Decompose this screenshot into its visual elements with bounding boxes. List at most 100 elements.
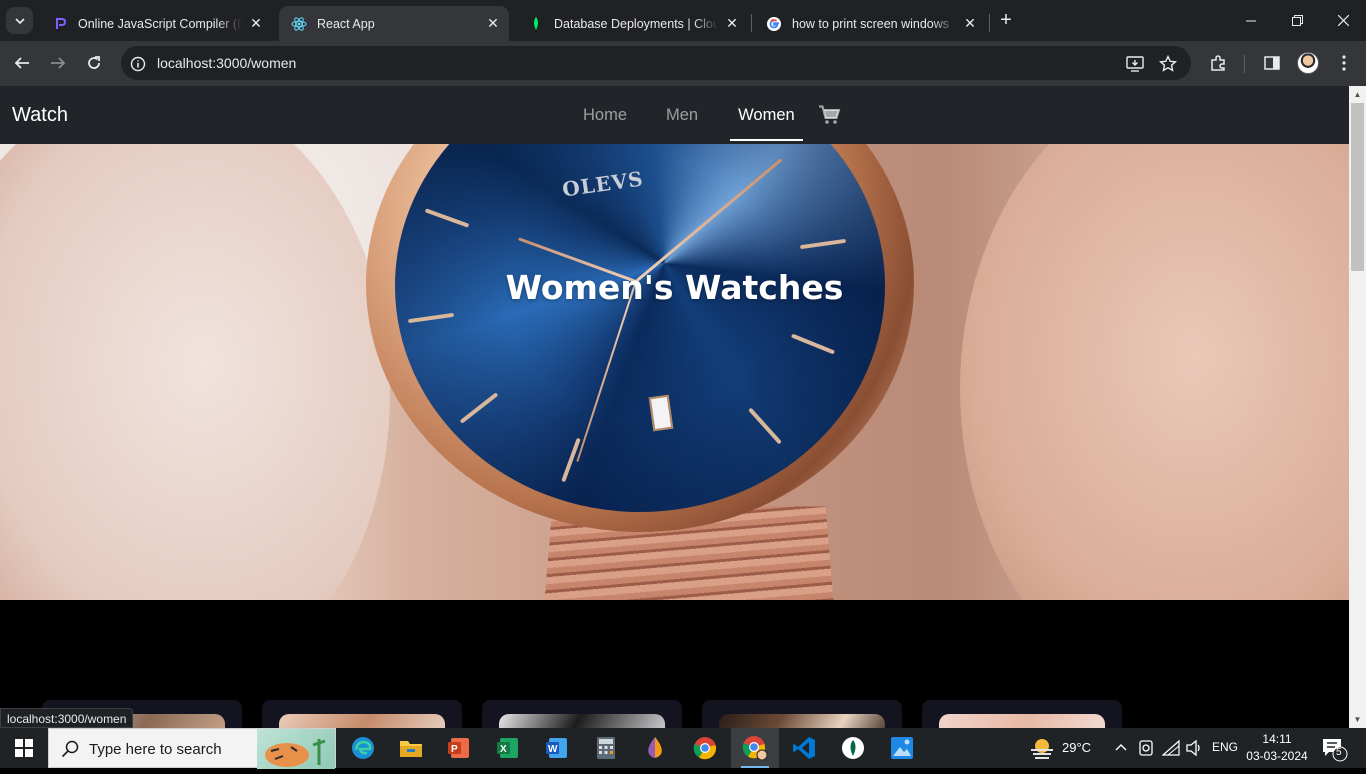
- close-icon[interactable]: ✕: [248, 15, 264, 32]
- nav-links: Home Men Women: [575, 86, 841, 144]
- tab-react-app[interactable]: React App ✕: [279, 6, 509, 41]
- site-navbar: Watch Home Men Women: [0, 86, 1349, 144]
- product-image: [279, 714, 445, 728]
- tab-google-search[interactable]: how to print screen windows 10 ✕: [754, 6, 986, 41]
- close-icon: [1337, 15, 1349, 26]
- react-icon: [291, 16, 307, 32]
- arrow-left-icon: [14, 57, 29, 69]
- close-icon[interactable]: ✕: [962, 15, 978, 32]
- tab-mongodb[interactable]: Database Deployments | Cloud: ✕: [516, 6, 748, 41]
- tab-search-button[interactable]: [6, 7, 33, 34]
- product-card[interactable]: [702, 700, 902, 728]
- chrome-icon: [693, 737, 717, 760]
- weather-temperature[interactable]: 29°C: [1062, 740, 1091, 755]
- word-icon: W: [546, 738, 567, 758]
- taskbar-chrome[interactable]: [681, 728, 729, 768]
- taskbar-photos[interactable]: [878, 728, 926, 768]
- side-panel-icon[interactable]: [1261, 52, 1283, 74]
- taskbar-paint[interactable]: [631, 728, 679, 768]
- close-icon[interactable]: ✕: [485, 15, 501, 32]
- tab-title: Database Deployments | Cloud:: [554, 16, 718, 31]
- product-image: [499, 714, 665, 728]
- clock-time: 14:11: [1262, 732, 1292, 746]
- new-tab-button[interactable]: +: [995, 10, 1017, 32]
- svg-text:W: W: [548, 744, 558, 755]
- notification-icon: [1323, 739, 1348, 762]
- volume-icon[interactable]: [1185, 739, 1203, 762]
- more-menu-icon[interactable]: [1333, 52, 1355, 74]
- product-image: [719, 714, 885, 728]
- browser-toolbar: localhost:3000/women: [0, 41, 1366, 86]
- tab-programiz[interactable]: Online JavaScript Compiler (Edi ✕: [40, 6, 272, 41]
- address-bar[interactable]: localhost:3000/women: [121, 46, 1191, 80]
- product-card[interactable]: [482, 700, 682, 728]
- chrome-profile-icon: [742, 736, 768, 761]
- programiz-icon: [52, 16, 68, 32]
- product-card[interactable]: [262, 700, 462, 728]
- svg-text:P: P: [451, 744, 458, 755]
- scroll-thumb[interactable]: [1351, 103, 1364, 271]
- restore-button[interactable]: [1274, 0, 1320, 41]
- photos-icon: [891, 737, 913, 759]
- taskbar-calculator[interactable]: [582, 728, 630, 768]
- weather-icon[interactable]: [1028, 736, 1056, 765]
- windows-taskbar: Type here to search P X W 29°C ENG 14:11…: [0, 728, 1366, 769]
- profile-avatar[interactable]: [1297, 52, 1319, 74]
- site-brand[interactable]: Watch: [12, 104, 68, 127]
- minimize-button[interactable]: [1228, 0, 1274, 41]
- product-card[interactable]: [922, 700, 1122, 728]
- calculator-icon: [597, 737, 615, 759]
- reload-button[interactable]: [82, 51, 106, 75]
- excel-icon: X: [497, 738, 518, 758]
- device-meet-icon[interactable]: [1138, 739, 1154, 762]
- close-window-button[interactable]: [1320, 0, 1366, 41]
- address-url[interactable]: localhost:3000/women: [157, 55, 296, 71]
- scroll-down-arrow-icon[interactable]: ▼: [1349, 711, 1366, 728]
- nav-link-women[interactable]: Women: [730, 98, 803, 141]
- language-indicator[interactable]: ENG: [1212, 740, 1238, 754]
- taskbar-word[interactable]: W: [533, 728, 581, 768]
- taskbar-edge[interactable]: [339, 728, 387, 768]
- taskbar-powerpoint[interactable]: P: [435, 728, 483, 768]
- start-button[interactable]: [0, 728, 48, 768]
- paint-drop-icon: [648, 737, 662, 758]
- hero-image-hand: [960, 144, 1349, 600]
- notification-count: 5: [1336, 747, 1342, 758]
- notification-center-button[interactable]: 5: [1320, 736, 1348, 762]
- extensions-icon[interactable]: [1207, 52, 1229, 74]
- install-app-icon[interactable]: [1125, 54, 1145, 74]
- mongodb-leaf-icon: [842, 737, 864, 759]
- bookmark-star-icon[interactable]: [1158, 54, 1178, 74]
- site-info-icon[interactable]: [128, 54, 148, 74]
- hero-banner: OLEVS Women's Watches: [0, 144, 1349, 600]
- taskbar-chrome-profile[interactable]: [731, 728, 779, 768]
- close-icon[interactable]: ✕: [724, 15, 740, 32]
- cart-icon[interactable]: [818, 104, 841, 126]
- taskbar-mongodb-compass[interactable]: [829, 728, 877, 768]
- tab-separator: [751, 14, 752, 32]
- page-viewport: Watch Home Men Women OLEVS Women's Watch…: [0, 86, 1349, 728]
- hero-image-arm: [0, 144, 390, 600]
- google-icon: [766, 16, 782, 32]
- page-scrollbar[interactable]: ▲ ▼: [1349, 86, 1366, 728]
- taskbar-file-explorer[interactable]: [387, 728, 435, 768]
- taskbar-search-box[interactable]: Type here to search: [48, 728, 336, 769]
- toolbar-separator: [1244, 55, 1245, 73]
- search-icon: [61, 740, 79, 758]
- nav-link-home[interactable]: Home: [575, 98, 635, 133]
- product-card-row: [0, 700, 1349, 728]
- chevron-up-icon[interactable]: [1114, 740, 1128, 759]
- arrow-right-icon: [51, 57, 66, 69]
- scroll-up-arrow-icon[interactable]: ▲: [1349, 86, 1366, 103]
- tab-title: Online JavaScript Compiler (Edi: [78, 16, 242, 31]
- edge-icon: [352, 737, 374, 759]
- status-bar-url: localhost:3000/women: [0, 708, 134, 728]
- back-button[interactable]: [10, 51, 34, 75]
- forward-button[interactable]: [46, 51, 70, 75]
- taskbar-vscode[interactable]: [780, 728, 828, 768]
- taskbar-excel[interactable]: X: [484, 728, 532, 768]
- folder-icon: [400, 741, 422, 757]
- network-wifi-icon[interactable]: [1161, 739, 1180, 762]
- nav-link-men[interactable]: Men: [658, 98, 706, 133]
- system-clock[interactable]: 14:11 03-03-2024: [1242, 731, 1312, 765]
